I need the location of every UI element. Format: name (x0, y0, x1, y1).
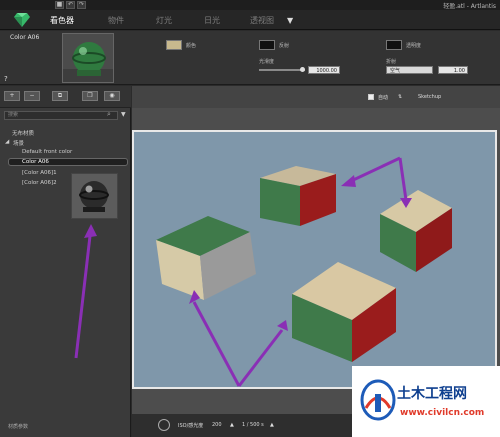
tab-lights[interactable]: 灯光 (156, 15, 172, 26)
redo-icon[interactable]: ↷ (77, 1, 86, 9)
tab-menu-dropdown[interactable]: ▼ (287, 16, 293, 25)
main-tab-bar: 看色器 物件 灯光 日光 透视图 ▼ (0, 10, 500, 30)
refraction-select[interactable]: 空气 (386, 66, 433, 74)
annotation-arrow-left (74, 224, 97, 359)
watermark-text: 土木工程网 (397, 386, 467, 402)
auto-toggle-checkbox[interactable] (368, 94, 374, 100)
tab-perspective[interactable]: 透视图 (250, 15, 274, 26)
diffuse-label: 颜色 (186, 43, 197, 49)
scene-render (156, 156, 452, 387)
box-1-front (260, 178, 300, 226)
viewport-toolbar: 自动 ⇅ Sketchup (132, 86, 500, 108)
undo-icon[interactable]: ↶ (66, 1, 75, 9)
shutter-stepper-icon[interactable]: ▲ (270, 422, 274, 428)
tab-objects[interactable]: 物件 (108, 15, 124, 26)
shutter-value[interactable]: 1 / 500 s (242, 422, 264, 428)
refraction-input[interactable]: 1.00 (438, 66, 468, 74)
reflection-color-swatch[interactable] (259, 40, 275, 50)
iso-value[interactable]: 200 (212, 422, 222, 428)
smoothness-input[interactable]: 1000.00 (308, 66, 340, 74)
tab-sun[interactable]: 日光 (204, 15, 220, 26)
refraction-label: 折射 (386, 59, 397, 65)
watermark: 土木工程网 www.civilcn.com (352, 366, 500, 437)
tab-shaders[interactable]: 看色器 (50, 15, 74, 26)
diffuse-color-swatch[interactable] (166, 40, 182, 50)
source-label[interactable]: Sketchup (418, 94, 441, 100)
title-bar: ■ ↶ ↷ 轻盈.atl - Artlantis (0, 0, 500, 10)
shader-sphere-preview (63, 34, 113, 82)
source-toggle-icon[interactable]: ⇅ (398, 94, 402, 100)
help-icon[interactable]: ? (4, 75, 8, 83)
iso-label: ISO/感光度 (178, 423, 204, 429)
transparency-label: 透明度 (406, 43, 422, 49)
watermark-logo-icon (360, 379, 396, 421)
camera-settings-icon[interactable] (158, 419, 170, 431)
app-logo-icon (14, 13, 30, 27)
preview-canvas[interactable] (132, 130, 497, 389)
panel-footer-label: 材质参数 (8, 424, 29, 430)
watermark-url: www.civilcn.com (400, 408, 485, 418)
material-name: Color A06 (10, 34, 40, 41)
material-thumbnail[interactable] (62, 33, 114, 83)
smoothness-slider-handle[interactable] (300, 67, 305, 72)
material-list-panel: + − ⧉ ❐ ◉ 搜索 ⌕ ▼ 无布材质 ◢ 场景 Default front… (0, 86, 131, 437)
material-properties-panel: Color A06 颜色 反射 透明度 光滑度 1000.00 折射 空气 1.… (0, 31, 500, 85)
transparency-color-swatch[interactable] (386, 40, 402, 50)
save-icon[interactable]: ■ (55, 1, 64, 9)
window-title: 轻盈.atl - Artlantis (443, 3, 496, 10)
smoothness-label: 光滑度 (259, 59, 275, 65)
reflection-label: 反射 (279, 43, 290, 49)
iso-stepper-icon[interactable]: ▲ (230, 422, 234, 428)
smoothness-slider[interactable] (259, 69, 305, 71)
auto-toggle-label: 自动 (378, 95, 389, 101)
